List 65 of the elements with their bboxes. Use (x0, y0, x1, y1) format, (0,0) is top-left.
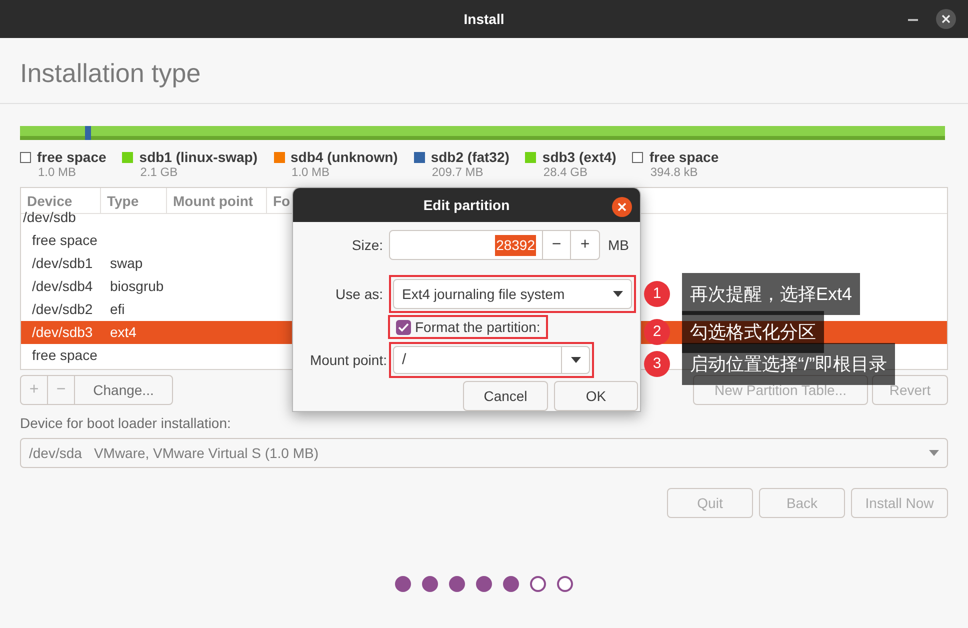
device-cell-text: /dev/sdb4 (31, 277, 94, 296)
mount-point-label: Mount point: (308, 350, 388, 370)
dialog-button[interactable]: Cancel (463, 381, 548, 411)
legend-size: 28.4 GB (542, 165, 588, 179)
legend-size: 209.7 MB (430, 165, 484, 179)
legend-size: 2.1 GB (139, 165, 179, 179)
table-row[interactable]: free space (21, 344, 289, 367)
close-icon[interactable] (612, 197, 632, 217)
check-icon (398, 322, 409, 332)
table-row[interactable]: /dev/sdb1 swap (21, 252, 289, 275)
type-cell-text: ext4 (110, 323, 136, 342)
use-as-value: Ext4 journaling file system (402, 284, 565, 304)
boot-loader-dropdown[interactable]: /dev/sda VMware, VMware Virtual S (1.0 MB) (20, 438, 948, 468)
page-heading: Installation type (20, 58, 202, 88)
legend-label: free space (37, 149, 106, 165)
legend-size: 1.0 MB (37, 165, 78, 179)
size-value: 28392 (495, 234, 536, 256)
type-cell-text: swap (110, 254, 143, 273)
callout: 启动位置选择“/”即根目录 (682, 343, 895, 385)
dialog-title: Edit partition (423, 196, 510, 215)
caret-icon (613, 291, 623, 297)
size-field[interactable]: 28392 (390, 231, 543, 259)
boot-device-description: VMware, VMware Virtual S (1.0 MB) (94, 444, 320, 463)
caret-icon (929, 450, 939, 456)
legend-label: free space (649, 149, 719, 165)
increment-button[interactable]: + (571, 231, 599, 259)
device-cell-text: /dev/sdb2 (31, 300, 94, 319)
type-cell-text: efi (110, 300, 125, 319)
close-icon[interactable] (936, 9, 956, 29)
size-unit: MB (608, 236, 629, 254)
column-header[interactable]: Type (101, 188, 167, 213)
legend-label: sdb1 (linux-swap) (139, 149, 258, 165)
boot-loader-label: Device for boot loader installation: (20, 414, 232, 433)
table-row[interactable]: /dev/sdb3 ext4 (21, 321, 289, 344)
legend-label: sdb3 (ext4) (542, 149, 616, 165)
format-checkbox[interactable] (396, 320, 411, 334)
mount-point-combobox[interactable]: / (393, 346, 590, 374)
dialog-button[interactable]: OK (554, 381, 638, 411)
free-space-swatch (20, 152, 31, 162)
size-label: Size: (350, 236, 384, 254)
device-cell-text: free space (31, 346, 98, 365)
table-row[interactable]: /dev/sdb4 biosgrub (21, 275, 289, 298)
table-row[interactable]: /dev/sdb2 efi (21, 298, 289, 321)
legend-label: sdb4 (unknown) (290, 149, 398, 165)
format-label: Format the partition: (415, 318, 540, 337)
legend-size: 1.0 MB (290, 165, 331, 179)
use-as-dropdown[interactable]: Ext4 journaling file system (393, 279, 632, 309)
column-header[interactable]: Device (21, 188, 101, 213)
device-cell-text: /dev/sdb1 (31, 254, 94, 273)
change-button[interactable]: Change... (75, 376, 172, 404)
column-header[interactable]: Mount point (167, 188, 267, 213)
type-cell-text: biosgrub (110, 277, 164, 296)
decrement-button[interactable]: − (543, 231, 571, 259)
table-row[interactable]: free space (21, 229, 289, 252)
device-cell-text: free space (31, 231, 98, 250)
boot-device: /dev/sda (29, 444, 82, 462)
legend-label: sdb2 (fat32) (430, 149, 510, 165)
use-as-label: Use as: (334, 284, 384, 304)
window-title: Install (464, 10, 504, 28)
device-cell-text: /dev/sdb3 (31, 323, 94, 342)
legend-size: 394.8 kB (649, 165, 699, 179)
mount-point-value: / (401, 350, 408, 370)
caret-icon (570, 357, 580, 363)
free-space-swatch (632, 152, 644, 162)
callout: 再次提醒，选择Ext4 (682, 273, 860, 315)
